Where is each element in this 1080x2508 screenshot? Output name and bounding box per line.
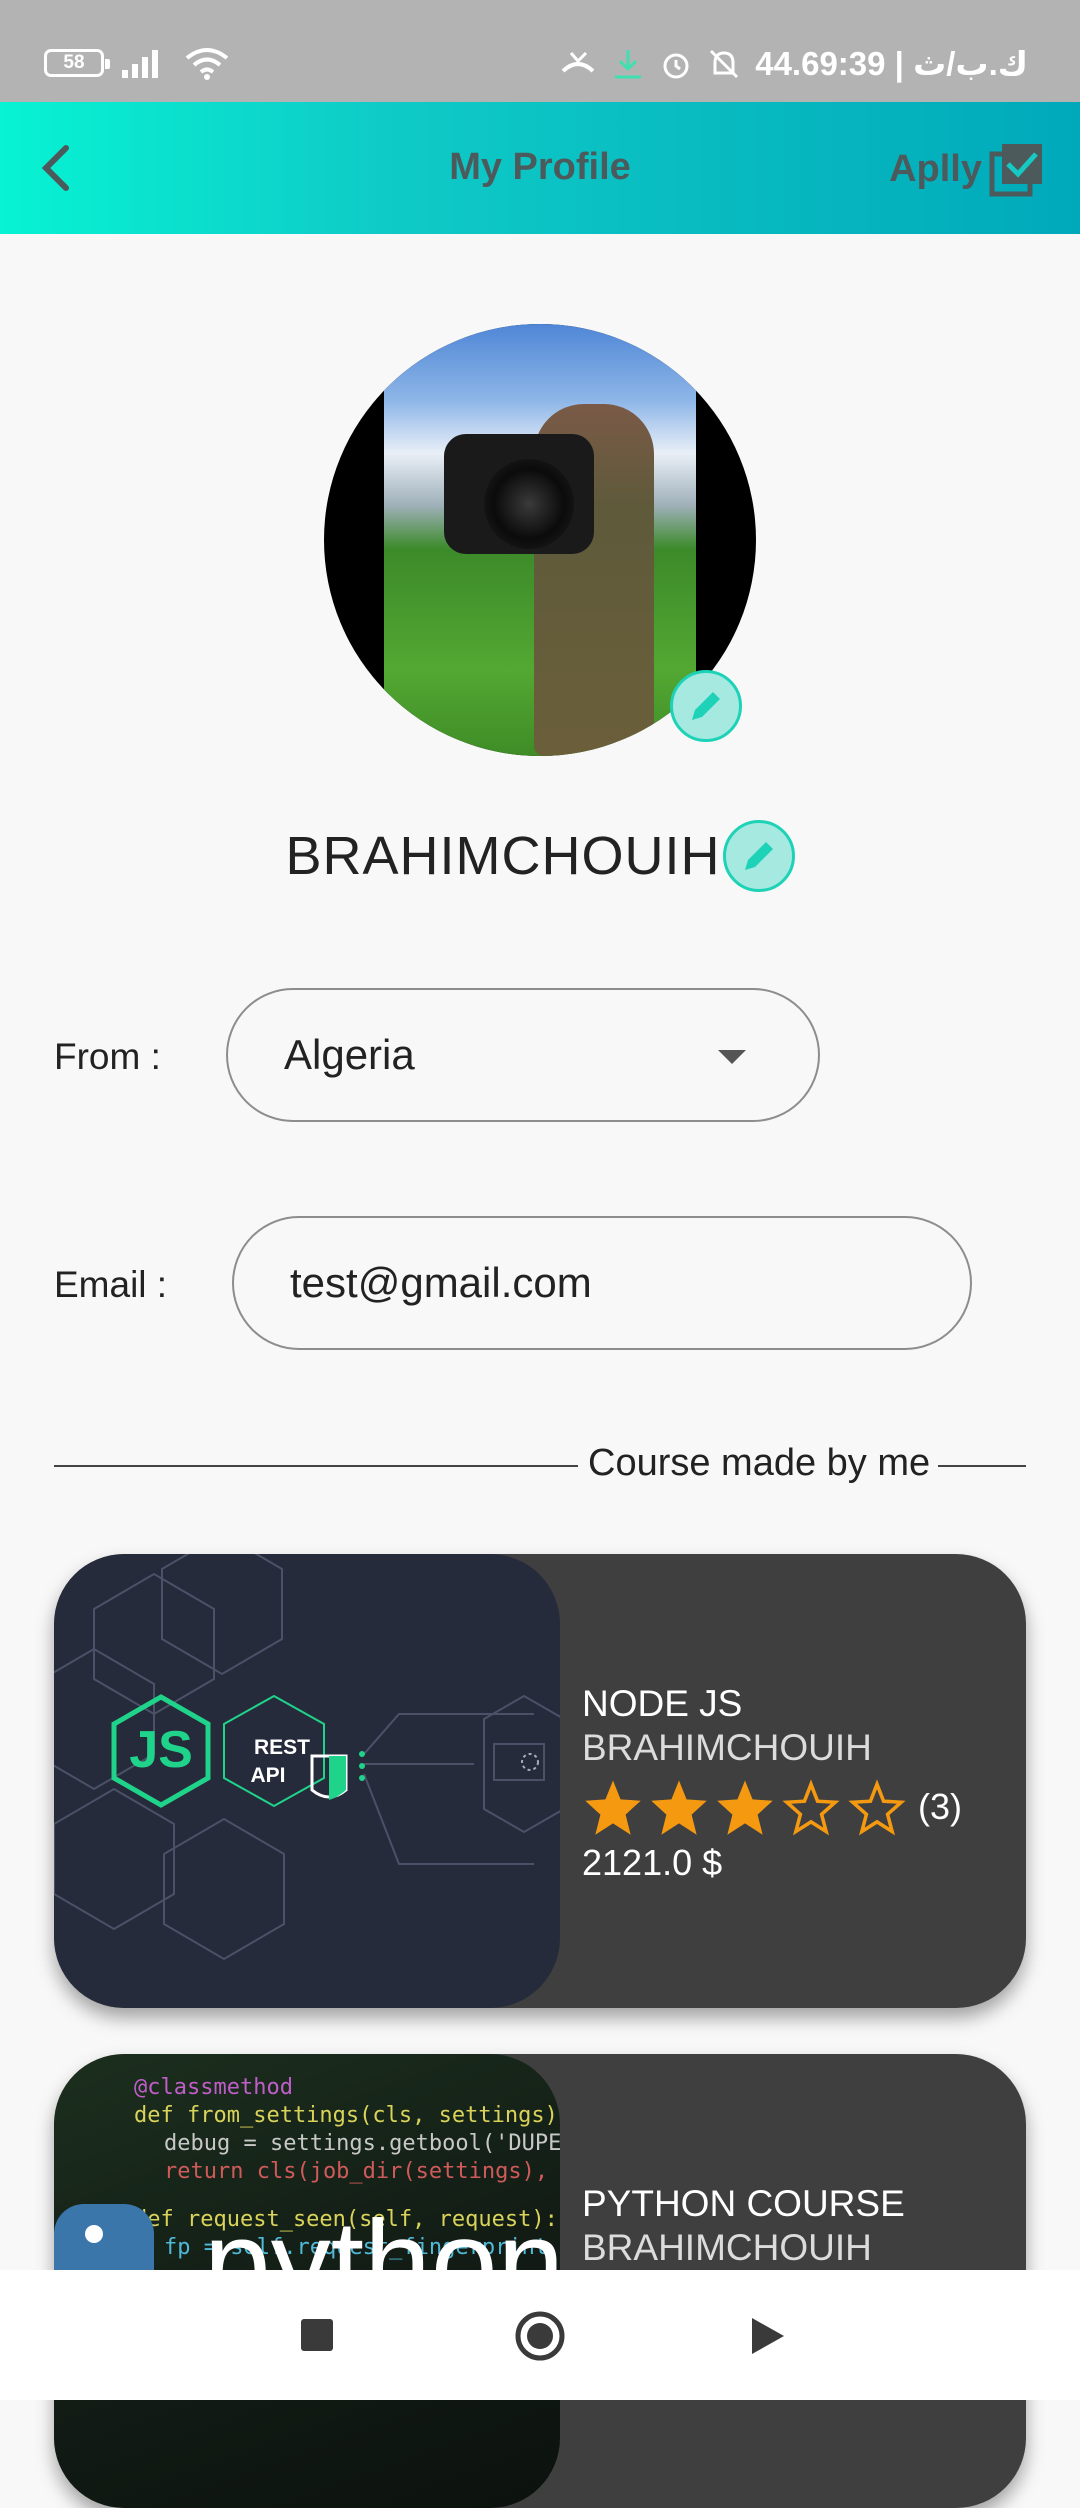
course-rating: (3) xyxy=(582,1778,962,1836)
download-icon xyxy=(615,49,642,78)
course-title: PYTHON COURSE xyxy=(582,2183,905,2224)
triangle-play-icon xyxy=(752,2318,784,2354)
home-circle-icon xyxy=(515,2311,565,2361)
course-card[interactable]: JS REST API NODE JS BRAHIMCHOUIH (3) 212… xyxy=(54,1554,1026,2008)
profile-photo xyxy=(384,324,696,756)
photo-camera xyxy=(444,434,594,554)
star-outline-icon xyxy=(848,1779,906,1836)
course-author: BRAHIMCHOUIH xyxy=(582,2227,872,2268)
course-info: NODE JS BRAHIMCHOUIH (3) 2121.0 $ xyxy=(582,1682,962,1884)
course-title: NODE JS xyxy=(582,1683,743,1724)
star-filled-icon xyxy=(651,1780,707,1835)
check-box-icon xyxy=(989,144,1042,197)
apply-label: Aplly xyxy=(889,147,982,190)
edit-username-button[interactable] xyxy=(722,820,795,892)
rating-count: (3) xyxy=(918,1786,962,1827)
pencil-icon xyxy=(744,842,773,870)
api-badge-text: API xyxy=(250,1764,285,1787)
course-thumbnail: JS REST API xyxy=(54,1554,560,2008)
edit-avatar-button[interactable] xyxy=(670,670,742,742)
back-nav-button[interactable] xyxy=(750,2316,786,2361)
svg-text:debug = settings.getbool('DUPE: debug = settings.getbool('DUPE xyxy=(164,2131,560,2156)
recents-button[interactable] xyxy=(300,2318,334,2357)
apply-button[interactable]: Aplly xyxy=(889,140,1046,198)
course-author: BRAHIMCHOUIH xyxy=(582,1727,872,1768)
status-right: 44.6ك.ب/ث | 9:39 xyxy=(559,44,1028,83)
wifi-icon xyxy=(185,48,229,80)
square-icon xyxy=(301,2319,333,2351)
divider-right xyxy=(938,1465,1026,1467)
signal-icon xyxy=(122,50,158,78)
battery-icon: 58 xyxy=(44,49,110,77)
course-info: PYTHON COURSE BRAHIMCHOUIH xyxy=(582,2182,905,2270)
battery-level: 58 xyxy=(63,52,85,73)
divider-left xyxy=(54,1465,578,1467)
node-rest-api-illustration: JS REST API xyxy=(54,1554,560,1961)
status-speed-time: 44.6ك.ب/ث | 9:39 xyxy=(755,45,1028,82)
country-value: Algeria xyxy=(284,1031,415,1078)
star-filled-icon xyxy=(717,1780,773,1835)
js-badge-text: JS xyxy=(129,1721,193,1779)
star-filled-icon xyxy=(585,1780,641,1835)
from-label: From : xyxy=(54,1036,161,1077)
email-value: test@gmail.com xyxy=(290,1259,592,1306)
missed-call-icon xyxy=(561,51,595,73)
country-dropdown[interactable]: Algeria xyxy=(226,988,820,1122)
bell-off-icon xyxy=(710,49,739,78)
home-button[interactable] xyxy=(514,2310,566,2367)
status-bar: 58 44.6ك.ب/ث | 9:39 xyxy=(0,0,1080,102)
username: BRAHIMCHOUIH xyxy=(285,826,721,886)
email-field[interactable]: test@gmail.com xyxy=(232,1216,972,1350)
pencil-icon xyxy=(692,692,720,720)
star-outline-icon xyxy=(782,1779,840,1836)
svg-text:def from_settings(cls, setting: def from_settings(cls, settings): xyxy=(134,2103,560,2128)
app-bar: My Profile Aplly xyxy=(0,102,1080,234)
course-price: 2121.0 $ xyxy=(582,1842,723,1883)
section-title: Course made by me xyxy=(588,1442,931,1484)
system-nav-bar xyxy=(0,2270,1080,2400)
alarm-icon xyxy=(663,53,689,78)
svg-text:@classmethod: @classmethod xyxy=(134,2075,293,2100)
dropdown-arrow-icon xyxy=(718,1050,746,1064)
username-row: BRAHIMCHOUIH xyxy=(0,820,1080,892)
email-label: Email : xyxy=(54,1264,168,1305)
status-left: 58 xyxy=(44,46,230,80)
svg-text:return cls(job_dir(settings),: return cls(job_dir(settings), d xyxy=(164,2159,560,2184)
rest-badge-text: REST xyxy=(254,1736,310,1759)
